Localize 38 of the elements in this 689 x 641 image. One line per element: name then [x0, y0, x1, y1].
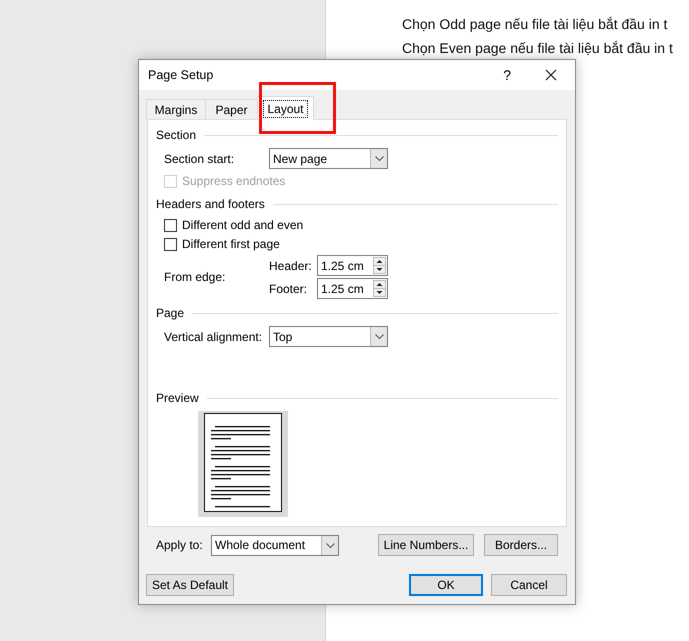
checkbox[interactable]: [164, 218, 177, 232]
section-heading: Page: [156, 306, 184, 320]
button[interactable]: Line Numbers...: [378, 534, 474, 556]
button[interactable]: Cancel: [491, 574, 567, 596]
checkbox-label: Suppress endnotes: [182, 174, 286, 188]
dropdown[interactable]: Top: [269, 326, 388, 347]
caret-icon: [374, 156, 384, 161]
field-label: Section start:: [164, 152, 236, 166]
paragraph-text: Chọn Even page nếu file tài liệu bắt đầu in t: [402, 40, 674, 57]
dropdown[interactable]: Whole document: [211, 534, 339, 556]
tab[interactable]: Layout: [257, 96, 314, 120]
window-title: Page Setup: [148, 68, 214, 82]
spin-arrows-icon: [373, 280, 386, 297]
paragraph-text: Chọn Odd page nếu file tài liệu bắt đầu in t: [402, 16, 668, 33]
tab[interactable]: Margins: [146, 99, 206, 119]
section-heading: Preview: [156, 391, 199, 405]
field-label: Vertical alignment:: [164, 330, 264, 344]
caret-icon: [374, 334, 384, 339]
button[interactable]: OK: [409, 574, 483, 596]
field-label: Footer:: [269, 282, 308, 296]
field-label: From edge:: [164, 270, 226, 284]
button[interactable]: Set As Default: [146, 574, 234, 596]
caret-icon: [326, 542, 334, 548]
section-heading: Headers and footers: [156, 197, 265, 211]
help-button[interactable]: ?: [499, 67, 515, 83]
close-icon: [545, 69, 557, 81]
field-label: Header:: [269, 258, 313, 272]
number-field[interactable]: 1.25 cm: [317, 278, 388, 299]
field-label: Apply to:: [156, 538, 204, 552]
number-field[interactable]: 1.25 cm: [317, 255, 388, 276]
tab[interactable]: Paper: [205, 99, 258, 119]
dropdown[interactable]: New page: [269, 148, 388, 169]
checkbox-label: Different odd and even: [182, 218, 304, 232]
section-heading: Section: [156, 128, 196, 142]
button[interactable]: Borders...: [484, 534, 558, 556]
checkbox[interactable]: [164, 238, 177, 250]
spin-arrows-icon: [373, 257, 386, 274]
checkbox-label: Different first page: [182, 237, 280, 251]
